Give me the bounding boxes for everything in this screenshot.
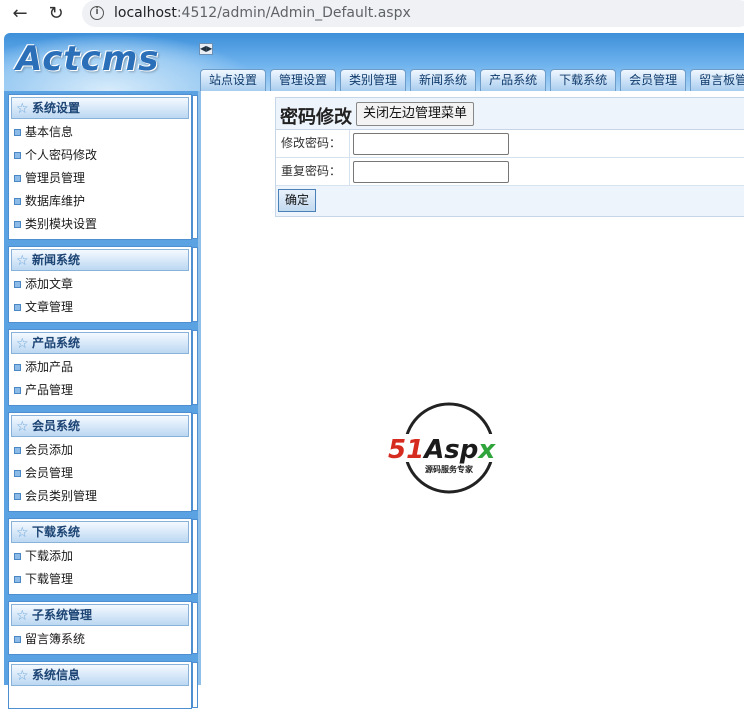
tab-category-management[interactable]: 类别管理 <box>340 69 407 91</box>
bullet-icon <box>14 553 21 560</box>
app-header: Actcms ◀▶ 站点设置 管理设置 类别管理 新闻系统 产品系统 下载系统 … <box>4 33 744 91</box>
form-row-confirm-password: 重复密码： <box>276 158 744 186</box>
sidebar-item-product-management[interactable]: 产品管理 <box>9 379 191 402</box>
sidebar: ☆ 系统设置 基本信息 个人密码修改 管理员管理 数据库维护 类别模块设置 ☆ 新闻… <box>4 91 198 709</box>
sidebar-group-title[interactable]: ☆ 产品系统 <box>11 332 189 354</box>
form-footer: 确定 <box>276 186 744 216</box>
url-text: localhost:4512/admin/Admin_Default.aspx <box>114 5 411 21</box>
watermark-tagline: 源码服务专家 <box>425 464 474 474</box>
confirm-password-input[interactable] <box>353 161 509 183</box>
bullet-icon <box>14 636 21 643</box>
sidebar-item-add-product[interactable]: 添加产品 <box>9 356 191 379</box>
sidebar-group-system-info: ☆ 系统信息 <box>8 661 198 709</box>
sidebar-group-title[interactable]: ☆ 系统信息 <box>11 664 189 686</box>
bullet-icon <box>14 576 21 583</box>
sidebar-item-add-article[interactable]: 添加文章 <box>9 273 191 296</box>
confirm-password-label: 重复密码： <box>276 158 350 185</box>
sidebar-item-basic-info[interactable]: 基本信息 <box>9 121 191 144</box>
bullet-icon <box>14 198 21 205</box>
watermark-logo: 51Aspx 源码服务专家 <box>386 402 512 494</box>
bullet-icon <box>14 152 21 159</box>
top-nav-tabs: 站点设置 管理设置 类别管理 新闻系统 产品系统 下载系统 会员管理 留言板管 <box>200 69 744 91</box>
password-form: 密码修改 关闭左边管理菜单 修改密码： 重复密码： 确定 <box>275 97 744 217</box>
main-content: 密码修改 关闭左边管理菜单 修改密码： 重复密码： 确定 <box>198 91 744 685</box>
star-icon: ☆ <box>16 419 29 435</box>
collapse-toggle-icon[interactable]: ◀▶ <box>199 43 213 55</box>
sidebar-item-article-management[interactable]: 文章管理 <box>9 296 191 319</box>
sidebar-group-downloads: ☆ 下载系统 下载添加 下载管理 <box>8 518 198 595</box>
sidebar-group-title[interactable]: ☆ 系统设置 <box>11 97 189 119</box>
back-arrow-icon[interactable]: ← <box>8 3 32 25</box>
logo: Actcms <box>16 39 160 79</box>
star-icon: ☆ <box>16 608 29 624</box>
bullet-icon <box>14 175 21 182</box>
sidebar-item-member-management[interactable]: 会员管理 <box>9 462 191 485</box>
tab-site-settings[interactable]: 站点设置 <box>200 69 267 91</box>
address-bar[interactable]: i localhost:4512/admin/Admin_Default.asp… <box>82 0 744 27</box>
sidebar-item-member-category-management[interactable]: 会员类别管理 <box>9 485 191 508</box>
submit-button[interactable]: 确定 <box>278 189 317 212</box>
sidebar-item-download-management[interactable]: 下载管理 <box>9 568 191 591</box>
sidebar-group-members: ☆ 会员系统 会员添加 会员管理 会员类别管理 <box>8 412 198 512</box>
bullet-icon <box>14 447 21 454</box>
bullet-icon <box>14 364 21 371</box>
sidebar-group-title[interactable]: ☆ 新闻系统 <box>11 249 189 271</box>
sidebar-item-add-download[interactable]: 下载添加 <box>9 545 191 568</box>
sidebar-item-database-maintenance[interactable]: 数据库维护 <box>9 190 191 213</box>
bullet-icon <box>14 221 21 228</box>
star-icon: ☆ <box>16 336 29 352</box>
browser-toolbar: ← ↻ i localhost:4512/admin/Admin_Default… <box>0 0 744 30</box>
form-row-new-password: 修改密码： <box>276 130 744 158</box>
page-title: 密码修改 <box>280 107 352 128</box>
sidebar-item-admin-management[interactable]: 管理员管理 <box>9 167 191 190</box>
sidebar-item-guestbook-system[interactable]: 留言簿系统 <box>9 628 191 651</box>
tab-guestbook[interactable]: 留言板管 <box>690 69 744 91</box>
sidebar-group-title[interactable]: ☆ 会员系统 <box>11 415 189 437</box>
bullet-icon <box>14 470 21 477</box>
sidebar-item-add-member[interactable]: 会员添加 <box>9 439 191 462</box>
close-left-menu-button[interactable]: 关闭左边管理菜单 <box>356 102 475 126</box>
new-password-input[interactable] <box>353 133 509 155</box>
star-icon: ☆ <box>16 525 29 541</box>
tab-member-management[interactable]: 会员管理 <box>620 69 687 91</box>
sidebar-item-category-module-settings[interactable]: 类别模块设置 <box>9 213 191 236</box>
bullet-icon <box>14 493 21 500</box>
watermark-brand: 51Aspx <box>388 435 496 465</box>
sidebar-group-title[interactable]: ☆ 下载系统 <box>11 521 189 543</box>
tab-download-system[interactable]: 下载系统 <box>550 69 617 91</box>
bullet-icon <box>14 304 21 311</box>
sidebar-group-title[interactable]: ☆ 子系统管理 <box>11 604 189 626</box>
star-icon: ☆ <box>16 101 29 117</box>
new-password-label: 修改密码： <box>276 130 350 157</box>
info-icon[interactable]: i <box>90 6 104 20</box>
sidebar-item-password-change[interactable]: 个人密码修改 <box>9 144 191 167</box>
sidebar-group-subsystems: ☆ 子系统管理 留言簿系统 <box>8 601 198 655</box>
tab-news-system[interactable]: 新闻系统 <box>410 69 477 91</box>
tab-admin-settings[interactable]: 管理设置 <box>270 69 337 91</box>
reload-icon[interactable]: ↻ <box>44 3 68 25</box>
form-header: 密码修改 关闭左边管理菜单 <box>276 98 744 130</box>
sidebar-group-products: ☆ 产品系统 添加产品 产品管理 <box>8 329 198 406</box>
sidebar-group-system-settings: ☆ 系统设置 基本信息 个人密码修改 管理员管理 数据库维护 类别模块设置 <box>8 94 198 240</box>
sidebar-group-news: ☆ 新闻系统 添加文章 文章管理 <box>8 246 198 323</box>
star-icon: ☆ <box>16 253 29 269</box>
bullet-icon <box>14 281 21 288</box>
bullet-icon <box>14 387 21 394</box>
tab-product-system[interactable]: 产品系统 <box>480 69 547 91</box>
bullet-icon <box>14 129 21 136</box>
star-icon: ☆ <box>16 668 29 684</box>
